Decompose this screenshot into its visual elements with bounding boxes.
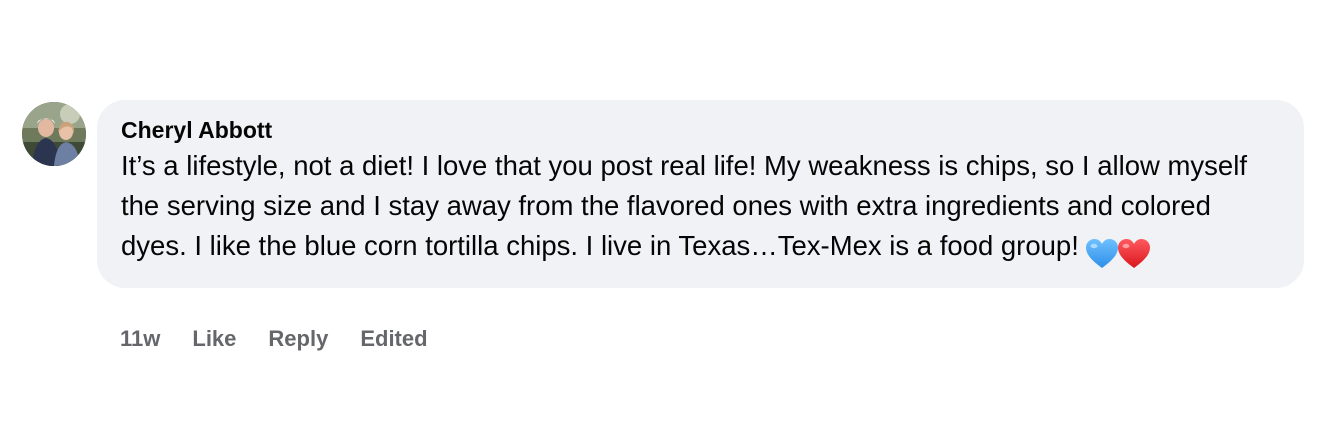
avatar-photo xyxy=(22,102,86,166)
avatar[interactable] xyxy=(22,102,86,166)
emoji-group xyxy=(1085,232,1151,272)
comment-timestamp[interactable]: 11w xyxy=(120,326,160,352)
comment-text: It’s a lifestyle, not a diet! I love tha… xyxy=(121,150,1247,261)
comment-bubble: Cheryl Abbott It’s a lifestyle, not a di… xyxy=(97,100,1304,288)
reply-button[interactable]: Reply xyxy=(268,326,328,352)
red-heart-icon xyxy=(1117,238,1150,268)
blue-heart-icon xyxy=(1085,238,1118,268)
comment-actions: 11w Like Reply Edited xyxy=(120,326,428,352)
author-name[interactable]: Cheryl Abbott xyxy=(121,116,272,144)
comment-body: It’s a lifestyle, not a diet! I love tha… xyxy=(121,146,1278,272)
edited-label[interactable]: Edited xyxy=(360,326,427,352)
like-button[interactable]: Like xyxy=(192,326,236,352)
